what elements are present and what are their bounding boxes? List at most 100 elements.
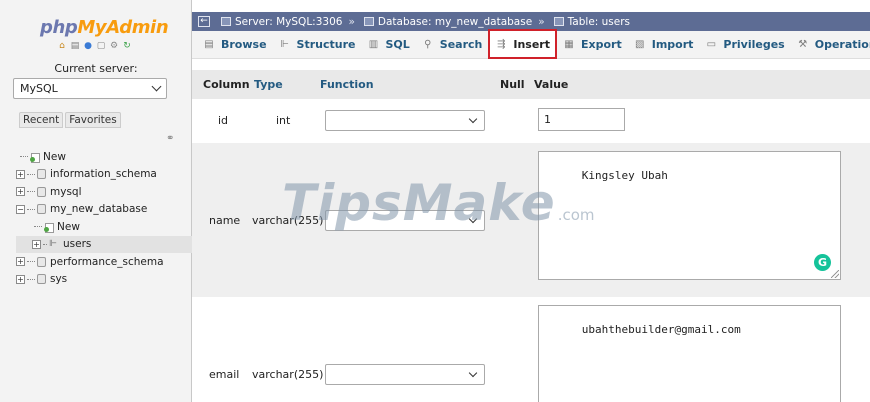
tab-operations[interactable]: ⚒ Operations [791, 31, 870, 59]
tree-connector [27, 261, 35, 263]
resize-grip-icon[interactable] [831, 270, 839, 278]
tree-connector [43, 243, 47, 245]
export-icon: ▦ [564, 39, 574, 50]
tab-search[interactable]: ⚲ Search [416, 31, 489, 59]
sql-icon: ▥ [368, 39, 379, 50]
value-textarea-text: Kingsley Ubah [581, 169, 668, 182]
tab-label: Import [651, 38, 694, 51]
header-null: Null [500, 78, 525, 91]
function-select[interactable] [325, 364, 485, 385]
tree-item-information-schema[interactable]: + information_schema [16, 166, 192, 184]
database-icon [363, 17, 374, 26]
breadcrumb-table-label: Table: users [567, 15, 631, 28]
table-icon [553, 17, 564, 26]
tab-sql[interactable]: ▥ SQL [361, 31, 415, 59]
chevron-down-icon [468, 368, 478, 378]
help-icon[interactable]: ● [83, 41, 93, 51]
docs-icon[interactable]: ▢ [96, 41, 106, 51]
tab-export[interactable]: ▦ Export [557, 31, 628, 59]
logo-php-text: php [40, 17, 78, 38]
breadcrumb-table[interactable]: Table: users [548, 16, 630, 28]
header-type[interactable]: Type [254, 78, 283, 91]
logo-admin-text: MyAdmin [77, 17, 169, 38]
expand-icon[interactable]: + [16, 187, 25, 197]
expand-icon[interactable]: + [16, 257, 25, 267]
search-icon: ⚲ [424, 39, 432, 50]
tree-item-performance-schema[interactable]: + performance_schema [16, 253, 192, 271]
insert-form-table: Column Type Function Null Value id int 1… [192, 70, 870, 402]
column-type: varchar(255) [252, 368, 324, 381]
function-select[interactable] [325, 110, 485, 131]
collapse-icon[interactable]: − [16, 204, 25, 214]
chevron-down-icon [468, 114, 478, 124]
column-name: name [209, 214, 241, 227]
expand-icon[interactable]: + [16, 274, 25, 284]
tree-item-label: my_new_database [50, 203, 148, 216]
tree-connector [27, 173, 35, 175]
tree-item-new[interactable]: New [16, 148, 192, 166]
tree-item-label: mysql [50, 185, 82, 198]
value-textarea-email[interactable]: ubahthebuilder@gmail.com [538, 305, 841, 402]
new-icon [44, 222, 54, 233]
chevron-down-icon [468, 214, 478, 224]
tree-connector [27, 208, 35, 210]
breadcrumb-database[interactable]: Database: my_new_database [358, 16, 532, 28]
link-with-main-panel-icon[interactable]: ⚭ [166, 133, 174, 144]
tree-item-mysql[interactable]: + mysql [16, 183, 192, 201]
phpmyadmin-logo[interactable]: phpMyAdmin [40, 17, 169, 38]
column-type: int [276, 114, 291, 127]
quick-links: ⌂ ▤ ● ▢ ⚙ ↻ [57, 41, 132, 51]
tree-item-new-table[interactable]: New [16, 218, 192, 236]
tree-connector [20, 156, 28, 158]
tree-item-users[interactable]: + ⊩ users [16, 235, 192, 253]
server-select-value: MySQL [20, 82, 58, 95]
logout-icon[interactable]: ▤ [70, 41, 80, 51]
value-input-id[interactable]: 1 [538, 108, 625, 131]
table-row-email: email varchar(255) ubahthebuilder@gmail.… [192, 297, 870, 402]
server-select[interactable]: MySQL [13, 78, 167, 99]
browse-icon: ▤ [204, 39, 214, 50]
column-name: id [218, 114, 229, 127]
tab-label: Privileges [723, 38, 785, 51]
expand-icon[interactable]: + [32, 239, 41, 249]
header-column: Column [203, 78, 250, 91]
tab-insert[interactable]: ⇶ Insert [488, 29, 557, 59]
settings-icon[interactable]: ⚙ [109, 41, 119, 51]
header-value: Value [534, 78, 569, 91]
structure-icon: ⊩ [280, 39, 289, 50]
breadcrumb-separator: » [348, 15, 355, 28]
recent-favorites-tabs: Recent Favorites [19, 112, 121, 128]
breadcrumb-server[interactable]: Server: MySQL:3306 [215, 16, 342, 28]
tab-label: Export [581, 38, 622, 51]
expand-icon[interactable]: + [16, 169, 25, 179]
database-icon [37, 186, 46, 197]
tree-connector [34, 226, 42, 228]
tab-browse[interactable]: ▤ Browse [192, 31, 273, 59]
reload-icon[interactable]: ↻ [122, 41, 132, 51]
new-icon [30, 152, 40, 163]
tab-privileges[interactable]: ▭ Privileges [699, 31, 790, 59]
grammarly-icon[interactable]: G [814, 254, 831, 271]
tab-label: Browse [221, 38, 267, 51]
header-function[interactable]: Function [320, 78, 374, 91]
value-textarea-name[interactable]: Kingsley Ubah G [538, 151, 841, 280]
tree-item-my-new-database[interactable]: − my_new_database [16, 201, 192, 219]
value-textarea-text: ubahthebuilder@gmail.com [581, 323, 741, 336]
tree-connector [27, 191, 35, 193]
tab-favorites[interactable]: Favorites [65, 112, 121, 128]
tab-label: Search [439, 38, 483, 51]
breadcrumb-separator: » [538, 15, 545, 28]
database-icon [37, 274, 46, 285]
tree-item-label: New [43, 150, 66, 163]
tree-item-sys[interactable]: + sys [16, 271, 192, 289]
column-type: varchar(255) [252, 214, 324, 227]
tab-import[interactable]: ▧ Import [628, 31, 700, 59]
table-tabs: ▤ Browse ⊩ Structure ▥ SQL ⚲ Search ⇶ Insert … [192, 29, 870, 59]
function-select[interactable] [325, 210, 485, 231]
home-icon[interactable]: ⌂ [57, 41, 67, 51]
tab-label: Insert [513, 37, 550, 51]
tab-structure[interactable]: ⊩ Structure [273, 31, 362, 59]
collapse-panel-icon[interactable]: ← [198, 16, 210, 27]
tab-recent[interactable]: Recent [19, 112, 64, 128]
tree-connector [27, 278, 35, 280]
